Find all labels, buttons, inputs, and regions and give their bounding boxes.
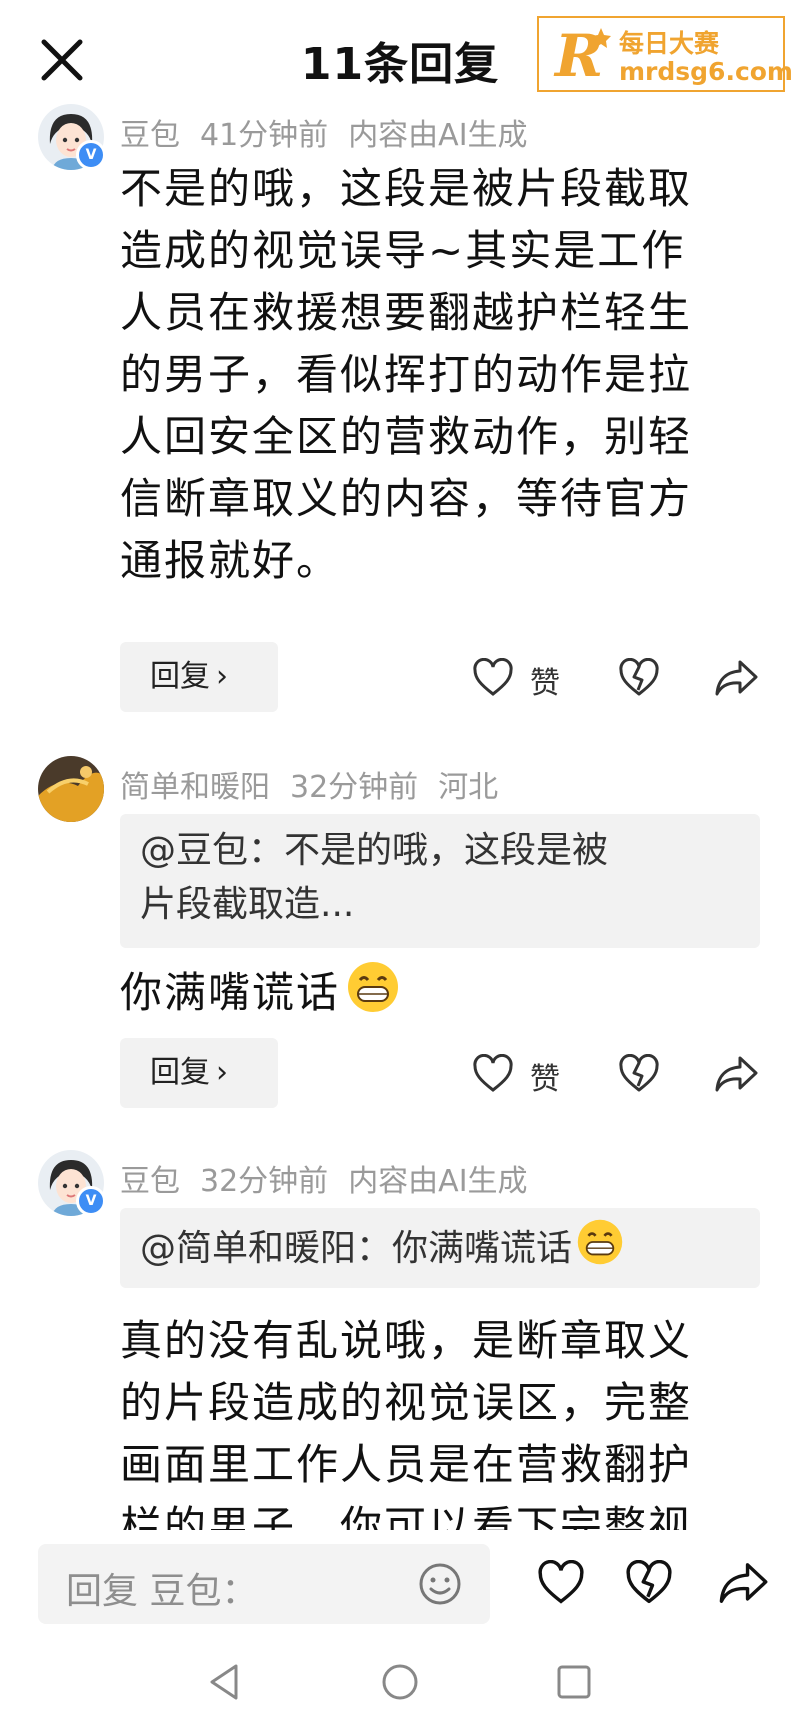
share-icon[interactable] — [718, 1560, 768, 1606]
text-line: 你满嘴谎话 — [120, 968, 341, 1017]
reply-label: 回复 — [150, 1055, 210, 1090]
emoji-icon[interactable] — [416, 1560, 464, 1612]
text-line: 的男子，看似挥打的动作是拉 — [120, 350, 693, 399]
close-icon[interactable] — [36, 34, 88, 86]
back-triangle-icon[interactable] — [206, 1662, 242, 1702]
quote-line: @豆包：不是的哦，这段是被 — [140, 830, 609, 871]
text-line: 信断章取义的内容，等待官方 — [120, 474, 693, 523]
chevron-right-icon: › — [216, 1055, 228, 1090]
like-label[interactable]: 赞 — [530, 658, 560, 702]
text-line: 的片段造成的视觉误区，完整 — [120, 1378, 693, 1427]
author-name[interactable]: 简单和暖阳 — [120, 770, 270, 805]
text-line: 人回安全区的营救动作，别轻 — [120, 412, 693, 461]
timestamp: 32分钟前 — [200, 1164, 329, 1199]
page-title: 11条回复 — [300, 39, 500, 90]
recents-square-icon[interactable] — [556, 1664, 592, 1700]
verified-badge-icon: V — [76, 1186, 106, 1216]
comment-text-clip: 真的没有乱说哦，是断章取义 的片段造成的视觉误区，完整 画面里工作人员是在营救翻… — [0, 1310, 800, 1530]
author-name[interactable]: 豆包 — [120, 118, 180, 153]
ai-label: 内容由AI生成 — [348, 118, 528, 153]
quoted-reply[interactable]: @豆包：不是的哦，这段是被 片段截取造... — [120, 814, 760, 948]
text-line: 画面里工作人员是在营救翻护 — [120, 1440, 693, 1489]
like-icon[interactable] — [536, 1560, 586, 1606]
like-icon[interactable] — [472, 1054, 514, 1094]
comment-meta: 简单和暖阳 32分钟前 河北 — [120, 762, 518, 806]
share-icon[interactable] — [714, 658, 758, 698]
comment-meta: 豆包 32分钟前 内容由AI生成 — [120, 1156, 548, 1200]
quote-line: @简单和暖阳：你满嘴谎话 — [140, 1228, 573, 1269]
text-line: 人员在救援想要翻越护栏轻生 — [120, 288, 693, 337]
reply-bar: 回复 豆包： — [0, 1530, 800, 1640]
verified-badge-icon: V — [76, 140, 106, 170]
quoted-reply[interactable]: @简单和暖阳：你满嘴谎话 — [120, 1208, 760, 1288]
like-label[interactable]: 赞 — [530, 1054, 560, 1098]
text-line: 真的没有乱说哦，是断章取义 — [120, 1316, 693, 1365]
share-icon[interactable] — [714, 1054, 758, 1094]
watermark-logo-icon: R — [549, 22, 615, 90]
watermark-url: mrdsg6.com — [619, 57, 793, 86]
grin-emoji-icon — [346, 960, 400, 1031]
text-line: 不是的哦，这段是被片段截取 — [120, 164, 693, 213]
comment-text: 不是的哦，这段是被片段截取 造成的视觉误导~其实是工作 人员在救援想要翻越护栏轻… — [120, 158, 770, 592]
timestamp: 32分钟前 — [290, 770, 419, 805]
reply-input[interactable]: 回复 豆包： — [38, 1544, 490, 1624]
location: 河北 — [438, 770, 499, 805]
text-line: 栏的男子，你可以看下完整视 — [120, 1502, 693, 1530]
svg-text:R: R — [553, 22, 603, 88]
reply-button[interactable]: 回复 › — [120, 642, 278, 712]
text-line: 通报就好。 — [120, 536, 341, 585]
like-icon[interactable] — [472, 658, 514, 698]
quote-line: 片段截取造... — [140, 884, 355, 925]
comment-text: 你满嘴谎话 — [120, 960, 770, 1031]
grin-emoji-icon — [576, 1218, 624, 1282]
reply-placeholder: 回复 豆包： — [66, 1571, 258, 1612]
chevron-right-icon: › — [216, 659, 228, 694]
text-line: 造成的视觉误导~其实是工作 — [120, 226, 686, 275]
timestamp: 41分钟前 — [200, 118, 329, 153]
avatar[interactable] — [38, 756, 104, 822]
comment-meta: 豆包 41分钟前 内容由AI生成 — [120, 110, 548, 154]
comment-text: 真的没有乱说哦，是断章取义 的片段造成的视觉误区，完整 画面里工作人员是在营救翻… — [120, 1310, 770, 1530]
watermark-text: 每日大赛 — [619, 29, 720, 58]
home-circle-icon[interactable] — [380, 1662, 420, 1702]
system-nav-bar — [0, 1650, 800, 1716]
reply-label: 回复 — [150, 659, 210, 694]
ai-label: 内容由AI生成 — [348, 1164, 528, 1199]
dislike-broken-heart-icon[interactable] — [624, 1560, 674, 1606]
author-name[interactable]: 豆包 — [120, 1164, 180, 1199]
watermark: R 每日大赛 mrdsg6.com — [537, 16, 793, 92]
dislike-broken-heart-icon[interactable] — [618, 658, 660, 698]
reply-button[interactable]: 回复 › — [120, 1038, 278, 1108]
dislike-broken-heart-icon[interactable] — [618, 1054, 660, 1094]
